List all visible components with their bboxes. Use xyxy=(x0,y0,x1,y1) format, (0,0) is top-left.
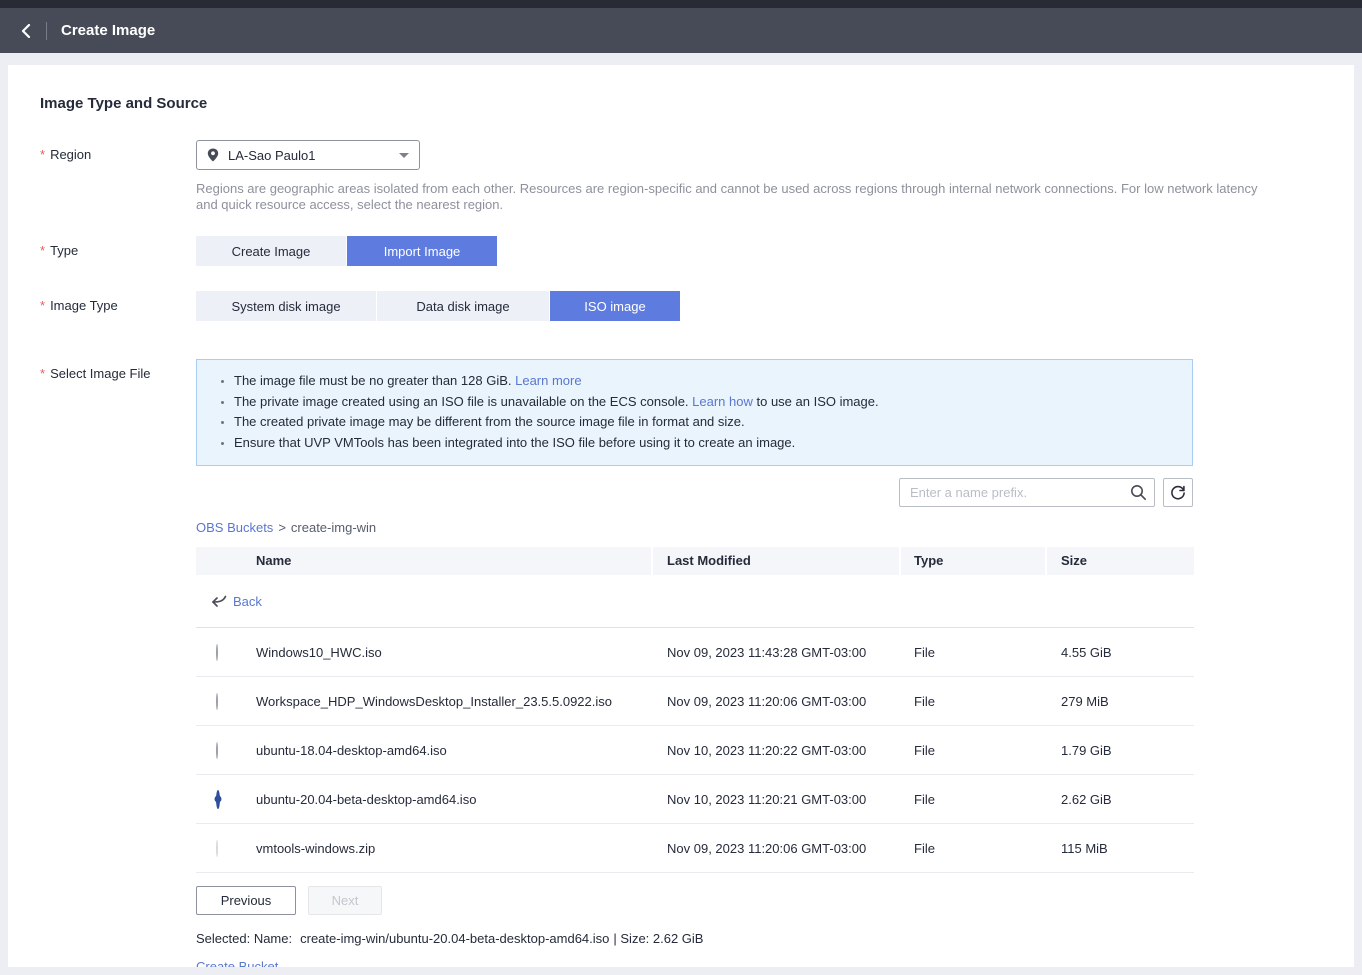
selected-summary-value: create-img-win/ubuntu-20.04-beta-desktop… xyxy=(300,931,609,946)
image-type-row: *Image Type System disk image Data disk … xyxy=(40,291,1322,321)
region-content: LA-Sao Paulo1 Regions are geographic are… xyxy=(196,140,1274,212)
learn-how-link[interactable]: Learn how xyxy=(692,394,753,409)
table-row-selected: ubuntu-20.04-beta-desktop-amd64.iso Nov … xyxy=(196,775,1194,824)
table-row: ubuntu-18.04-desktop-amd64.iso Nov 10, 2… xyxy=(196,726,1194,775)
content-card: Image Type and Source *Region LA-Sao Pau… xyxy=(8,65,1354,967)
select-image-file-label: *Select Image File xyxy=(40,359,196,967)
file-size: 2.62 GiB xyxy=(1047,792,1194,807)
file-last-modified: Nov 09, 2023 11:20:06 GMT-03:00 xyxy=(653,694,901,709)
type-option-import-image[interactable]: Import Image xyxy=(347,236,497,266)
file-type: File xyxy=(901,694,1047,709)
file-name: ubuntu-20.04-beta-desktop-amd64.iso xyxy=(256,792,653,807)
region-label: *Region xyxy=(40,140,196,212)
file-radio[interactable] xyxy=(216,742,218,759)
notice-item: Ensure that UVP VMTools has been integra… xyxy=(234,433,1176,454)
curved-left-arrow-icon xyxy=(211,594,227,608)
next-button[interactable]: Next xyxy=(308,886,382,915)
selected-summary-prefix: Selected: Name: xyxy=(196,931,292,946)
file-type: File xyxy=(901,792,1047,807)
browser-chrome-strip xyxy=(0,0,1362,8)
breadcrumb-current: create-img-win xyxy=(291,520,376,535)
image-type-toggle-group: System disk image Data disk image ISO im… xyxy=(196,291,680,321)
file-last-modified: Nov 09, 2023 11:43:28 GMT-03:00 xyxy=(653,645,901,660)
table-row: Workspace_HDP_WindowsDesktop_Installer_2… xyxy=(196,677,1194,726)
file-type: File xyxy=(901,841,1047,856)
required-marker: * xyxy=(40,298,45,313)
file-size: 1.79 GiB xyxy=(1047,743,1194,758)
region-help-text: Regions are geographic areas isolated fr… xyxy=(196,181,1274,212)
type-option-create-image[interactable]: Create Image xyxy=(196,236,346,266)
header-divider xyxy=(46,22,47,40)
notice-item: The image file must be no greater than 1… xyxy=(234,371,1176,392)
image-type-option-system-disk[interactable]: System disk image xyxy=(196,291,376,321)
required-marker: * xyxy=(40,366,45,381)
region-select[interactable]: LA-Sao Paulo1 xyxy=(196,140,420,170)
location-pin-icon xyxy=(207,148,219,162)
select-image-file-content: The image file must be no greater than 1… xyxy=(196,359,1194,967)
table-header: Name Last Modified Type Size xyxy=(196,547,1194,575)
column-header-size: Size xyxy=(1047,547,1194,575)
notice-box: The image file must be no greater than 1… xyxy=(196,359,1193,466)
notice-item: The created private image may be differe… xyxy=(234,412,1176,433)
region-value: LA-Sao Paulo1 xyxy=(228,148,399,163)
learn-more-link[interactable]: Learn more xyxy=(515,373,581,388)
notice-item: The private image created using an ISO f… xyxy=(234,392,1176,413)
column-header-name: Name xyxy=(196,547,653,575)
image-type-option-data-disk[interactable]: Data disk image xyxy=(377,291,549,321)
refresh-button[interactable] xyxy=(1163,478,1193,507)
file-radio[interactable] xyxy=(216,693,218,710)
file-type: File xyxy=(901,645,1047,660)
pagination: Previous Next xyxy=(196,886,1194,915)
breadcrumb: OBS Buckets > create-img-win xyxy=(196,520,1194,535)
breadcrumb-separator: > xyxy=(278,520,286,535)
create-bucket-link[interactable]: Create Bucket xyxy=(196,959,278,967)
folder-back-row: Back xyxy=(196,575,1194,628)
breadcrumb-obs-buckets[interactable]: OBS Buckets xyxy=(196,520,273,535)
file-name: Windows10_HWC.iso xyxy=(256,645,653,660)
file-radio[interactable] xyxy=(216,644,218,661)
table-row: vmtools-windows.zip Nov 09, 2023 11:20:0… xyxy=(196,824,1194,873)
selected-summary-size: | Size: 2.62 GiB xyxy=(613,931,703,946)
file-name: vmtools-windows.zip xyxy=(256,841,653,856)
image-type-label: *Image Type xyxy=(40,291,196,321)
file-size: 4.55 GiB xyxy=(1047,645,1194,660)
required-marker: * xyxy=(40,243,45,258)
required-marker: * xyxy=(40,147,45,162)
file-last-modified: Nov 10, 2023 11:20:22 GMT-03:00 xyxy=(653,743,901,758)
search-row xyxy=(196,478,1193,507)
table-row: Windows10_HWC.iso Nov 09, 2023 11:43:28 … xyxy=(196,628,1194,677)
file-size: 279 MiB xyxy=(1047,694,1194,709)
caret-down-icon xyxy=(399,153,409,158)
search-input[interactable] xyxy=(900,485,1122,500)
file-name: ubuntu-18.04-desktop-amd64.iso xyxy=(256,743,653,758)
file-radio-selected[interactable] xyxy=(216,790,220,809)
folder-back-link[interactable]: Back xyxy=(233,594,262,609)
back-icon[interactable] xyxy=(16,21,36,41)
page-header: Create Image xyxy=(0,8,1362,53)
file-table: Name Last Modified Type Size Back Window… xyxy=(196,547,1194,873)
previous-button[interactable]: Previous xyxy=(196,886,296,915)
search-field xyxy=(899,478,1155,507)
column-header-type: Type xyxy=(901,547,1047,575)
section-title: Image Type and Source xyxy=(40,65,1322,112)
selected-summary: Selected: Name: create-img-win/ubuntu-20.… xyxy=(196,931,1194,946)
search-button[interactable] xyxy=(1122,479,1154,506)
type-label: *Type xyxy=(40,236,196,266)
file-size: 115 MiB xyxy=(1047,841,1194,856)
image-type-option-iso[interactable]: ISO image xyxy=(550,291,680,321)
page-title: Create Image xyxy=(61,22,155,39)
type-row: *Type Create Image Import Image xyxy=(40,236,1322,266)
column-header-last-modified: Last Modified xyxy=(653,547,901,575)
type-toggle-group: Create Image Import Image xyxy=(196,236,497,266)
file-last-modified: Nov 10, 2023 11:20:21 GMT-03:00 xyxy=(653,792,901,807)
select-image-file-row: *Select Image File The image file must b… xyxy=(40,359,1322,967)
file-last-modified: Nov 09, 2023 11:20:06 GMT-03:00 xyxy=(653,841,901,856)
file-radio-disabled[interactable] xyxy=(216,840,218,857)
region-row: *Region LA-Sao Paulo1 Regions are geogra… xyxy=(40,140,1322,212)
file-type: File xyxy=(901,743,1047,758)
file-name: Workspace_HDP_WindowsDesktop_Installer_2… xyxy=(256,694,653,709)
